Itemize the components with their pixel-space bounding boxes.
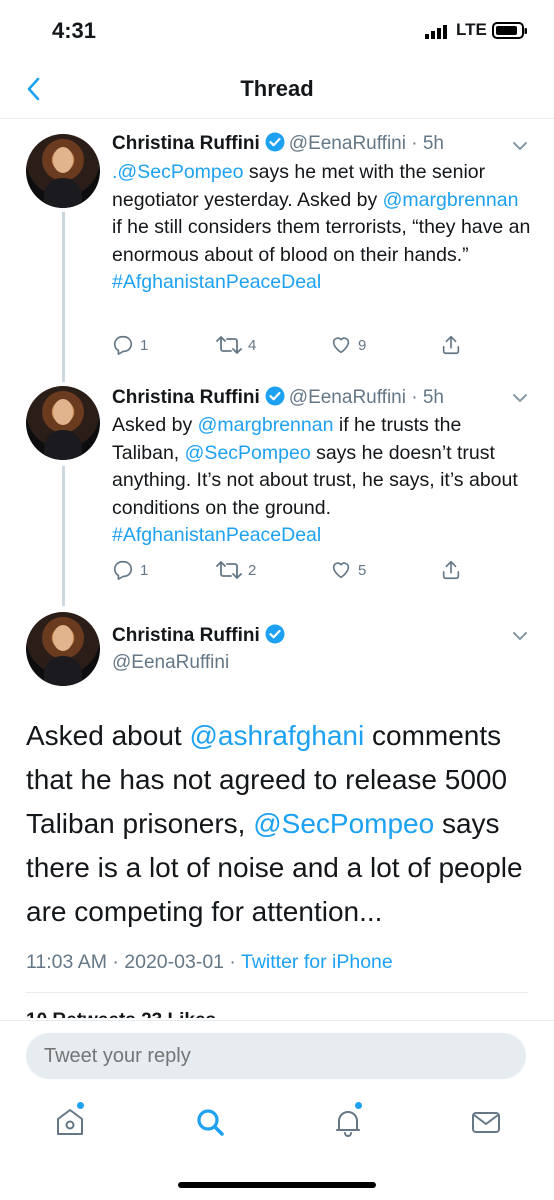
network-label: LTE xyxy=(456,20,487,39)
author-name: Christina Ruffini xyxy=(112,625,260,646)
tweet-header: Christina Ruffini @EenaRuffini · 5h xyxy=(112,132,444,158)
notification-dot xyxy=(77,1102,84,1109)
tab-messages[interactable] xyxy=(466,1102,506,1142)
retweet-button[interactable]: 4 xyxy=(216,334,256,356)
author-name: Christina Ruffini xyxy=(112,133,260,154)
tweet-time: 5h xyxy=(422,133,444,154)
bell-icon xyxy=(336,1111,360,1137)
thread-connector xyxy=(62,466,65,606)
verified-icon xyxy=(265,624,285,650)
reply-icon xyxy=(113,560,133,580)
page-title: Thread xyxy=(240,76,314,101)
mention-link[interactable]: @SecPompeo xyxy=(253,808,434,839)
chevron-down-icon[interactable] xyxy=(508,624,532,648)
like-button[interactable]: 9 xyxy=(330,334,366,356)
text-segment: Asked by xyxy=(112,414,198,436)
reply-count: 1 xyxy=(140,561,149,579)
notification-dot xyxy=(355,1102,362,1109)
avatar[interactable] xyxy=(26,612,100,686)
tweet-text: .@SecPompeo says he met with the senior … xyxy=(112,159,532,297)
retweet-icon xyxy=(216,561,242,579)
heart-icon xyxy=(332,337,350,354)
tweet-text: Asked by @margbrennan if he trusts the T… xyxy=(112,412,532,550)
verified-icon xyxy=(265,386,285,412)
like-count: 5 xyxy=(358,561,367,579)
tab-home[interactable] xyxy=(50,1102,90,1142)
share-icon xyxy=(442,335,460,355)
mail-icon xyxy=(472,1112,500,1133)
chevron-down-icon[interactable] xyxy=(508,134,532,158)
avatar[interactable] xyxy=(26,386,100,460)
mention-link[interactable]: @margbrennan xyxy=(198,414,334,436)
status-time: 4:31 xyxy=(52,18,97,43)
thread-connector xyxy=(62,212,65,382)
like-button[interactable]: 5 xyxy=(330,559,366,581)
reply-input[interactable] xyxy=(26,1033,526,1079)
tweet-text: Asked about @ashrafghani comments that h… xyxy=(26,714,536,934)
text-segment: Asked about xyxy=(26,720,190,751)
home-icon xyxy=(57,1109,83,1135)
mention-link[interactable]: @SecPompeo xyxy=(185,442,311,464)
reply-button[interactable]: 1 xyxy=(112,334,148,356)
tweet-source[interactable]: Twitter for iPhone xyxy=(241,951,393,973)
nav-header: Thread xyxy=(0,60,554,119)
reply-count: 1 xyxy=(140,336,149,354)
hashtag-link[interactable]: #AfghanistanPeaceDeal xyxy=(112,524,321,546)
mention-link[interactable]: @margbrennan xyxy=(383,189,519,211)
tab-notifications[interactable] xyxy=(328,1102,368,1142)
text-segment: if he still considers them terrorists, “… xyxy=(112,216,531,266)
reply-button[interactable]: 1 xyxy=(112,559,148,581)
retweet-button[interactable]: 2 xyxy=(216,559,256,581)
reply-bar xyxy=(0,1020,554,1091)
status-bar: 4:31 LTE xyxy=(0,0,554,60)
like-count: 9 xyxy=(358,336,367,354)
tweet-stats[interactable]: 10 Retweets 23 Likes xyxy=(26,1010,216,1018)
mention-link[interactable]: @ashrafghani xyxy=(189,720,364,751)
tweet-meta: 11:03 AM · 2020-03-01 · Twitter for iPho… xyxy=(26,951,393,974)
retweet-count: 2 xyxy=(248,561,257,579)
heart-icon xyxy=(332,562,350,579)
tweet-header: Christina Ruffini xyxy=(112,624,289,650)
retweet-icon xyxy=(216,336,242,354)
signal-icon xyxy=(425,24,451,45)
avatar[interactable] xyxy=(26,134,100,208)
verified-icon xyxy=(265,132,285,158)
tweet-actions: 1 4 9 xyxy=(112,334,532,364)
tab-search[interactable] xyxy=(190,1102,230,1142)
search-icon xyxy=(197,1109,224,1136)
hashtag-link[interactable]: #AfghanistanPeaceDeal xyxy=(112,271,321,293)
share-button[interactable] xyxy=(440,334,462,356)
tweet-timestamp: 11:03 AM · 2020-03-01 · xyxy=(26,951,241,973)
home-indicator xyxy=(178,1182,376,1188)
share-button[interactable] xyxy=(440,559,462,581)
tweet-actions: 1 2 5 xyxy=(112,559,532,589)
author-name: Christina Ruffini xyxy=(112,387,260,408)
retweet-count: 4 xyxy=(248,336,257,354)
mention-link[interactable]: .@SecPompeo xyxy=(112,161,243,183)
author-handle: @EenaRuffini xyxy=(112,652,230,673)
reply-icon xyxy=(113,335,133,355)
divider xyxy=(26,992,528,993)
tweet-header: Christina Ruffini @EenaRuffini · 5h xyxy=(112,386,444,412)
battery-icon xyxy=(492,21,528,46)
share-icon xyxy=(442,560,460,580)
author-handle: @EenaRuffini xyxy=(288,133,406,154)
tweet-time: 5h xyxy=(422,387,444,408)
chevron-down-icon[interactable] xyxy=(508,386,532,410)
author-handle: @EenaRuffini xyxy=(288,387,406,408)
